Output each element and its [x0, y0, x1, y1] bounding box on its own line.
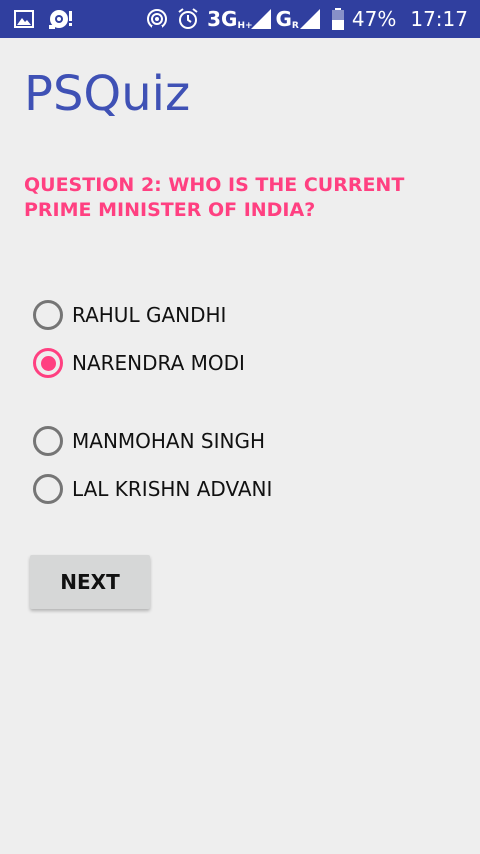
status-bar-left [14, 0, 74, 38]
option-label: RAHUL GANDHI [72, 303, 227, 327]
radio-button[interactable] [33, 300, 63, 330]
option-narendra-modi[interactable]: NARENDRA MODI [33, 343, 245, 383]
status-bar: 3G H+ GR 47% 17:17 [0, 0, 480, 38]
network-3g-label: 3G H+ [207, 7, 253, 31]
status-bar-right: 3G H+ GR 47% 17:17 [146, 0, 468, 38]
image-icon [14, 10, 34, 28]
radio-button[interactable] [33, 426, 63, 456]
option-label: MANMOHAN SINGH [72, 429, 266, 453]
option-label: LAL KRISHN ADVANI [72, 477, 273, 501]
signal-icon-2 [299, 9, 320, 29]
app-title: PSQuiz [24, 66, 191, 122]
option-lal-krishn-advani[interactable]: LAL KRISHN ADVANI [33, 469, 272, 509]
battery-icon [331, 8, 344, 30]
question-text: QUESTION 2: WHO IS THE CURRENT PRIME MIN… [24, 174, 405, 221]
radio-dot [40, 355, 56, 371]
battery-percent: 47% [351, 7, 397, 31]
next-button[interactable]: NEXT [30, 555, 150, 609]
option-manmohan-singh[interactable]: MANMOHAN SINGH [33, 421, 265, 461]
option-rahul-gandhi[interactable]: RAHUL GANDHI [33, 295, 226, 335]
hotspot-icon [146, 8, 168, 30]
signal-icon [251, 9, 272, 29]
alarm-icon [177, 8, 199, 30]
network-g-label: GR [275, 7, 299, 31]
option-label: NARENDRA MODI [72, 351, 245, 375]
radio-button[interactable] [33, 474, 63, 504]
sync-alert-icon [48, 8, 74, 30]
clock: 17:17 [410, 7, 468, 31]
radio-button-checked[interactable] [33, 348, 63, 378]
